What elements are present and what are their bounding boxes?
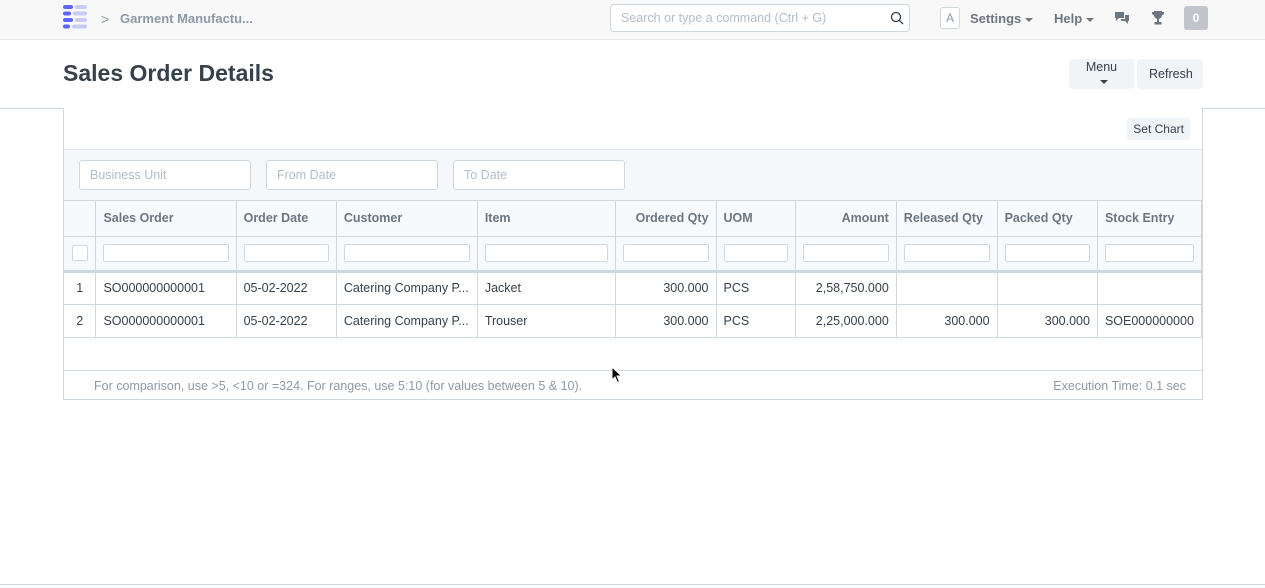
- ordered-qty-cell[interactable]: 300.000: [615, 304, 717, 338]
- refresh-button[interactable]: Refresh: [1137, 59, 1203, 89]
- column-header[interactable]: Customer: [336, 201, 478, 237]
- column-header[interactable]: Amount: [795, 201, 897, 237]
- select-all-checkbox[interactable]: [71, 245, 88, 261]
- column-filter-cell: [997, 236, 1098, 273]
- row-index-header: [64, 201, 97, 237]
- help-dropdown[interactable]: Help: [1054, 11, 1095, 26]
- business-unit-filter[interactable]: [79, 160, 251, 190]
- help-label: Help: [1054, 11, 1083, 26]
- ordered-qty-cell[interactable]: 300.000: [615, 271, 717, 305]
- chart-area: Set Chart: [64, 108, 1202, 150]
- amount-cell[interactable]: 2,25,000.000: [795, 304, 897, 338]
- column-filter-input[interactable]: [723, 244, 789, 262]
- report-table: Sales Order Order Date Customer Item Ord…: [64, 201, 1202, 338]
- released-qty-cell[interactable]: [896, 271, 998, 305]
- table-row[interactable]: 2 SO000000000001 05-02-2022 Catering Com…: [64, 304, 1202, 338]
- column-filter-input[interactable]: [243, 244, 329, 262]
- column-header[interactable]: Stock Entry: [1097, 201, 1202, 237]
- column-header[interactable]: Sales Order: [95, 201, 237, 237]
- order-date-cell[interactable]: 05-02-2022: [236, 271, 337, 305]
- column-filter-cell: [795, 236, 897, 273]
- chat-icon[interactable]: [1114, 10, 1130, 26]
- settings-dropdown[interactable]: Settings: [970, 11, 1034, 26]
- column-header[interactable]: Released Qty: [896, 201, 998, 237]
- customer-cell[interactable]: Catering Company P...: [336, 304, 478, 338]
- column-filter-cell: [95, 236, 237, 273]
- order-date-cell[interactable]: 05-02-2022: [236, 304, 337, 338]
- column-filter-input[interactable]: [622, 244, 709, 262]
- column-header[interactable]: Item: [477, 201, 616, 237]
- breadcrumb-module[interactable]: Garment Manufactu...: [120, 11, 253, 26]
- chevron-down-icon: [1086, 17, 1095, 22]
- search-icon: [890, 11, 904, 25]
- awesomebar: [610, 4, 910, 32]
- customer-cell[interactable]: Catering Company P...: [336, 271, 478, 305]
- uom-cell[interactable]: PCS: [716, 271, 797, 305]
- report-view: Set Chart Sales Order Order Date Custome…: [63, 108, 1203, 400]
- amount-cell[interactable]: 2,58,750.000: [795, 271, 897, 305]
- column-filter-cell: [1097, 236, 1202, 273]
- page-title: Sales Order Details: [63, 60, 274, 86]
- page-head: Sales Order Details Menu Refresh: [0, 40, 1265, 109]
- column-filter-cell: [236, 236, 337, 273]
- column-header[interactable]: UOM: [716, 201, 797, 237]
- menu-button-label: Menu: [1085, 60, 1118, 74]
- notification-badge[interactable]: 0: [1184, 6, 1208, 30]
- chevron-down-icon: [1025, 17, 1034, 22]
- to-date-filter[interactable]: [453, 160, 625, 190]
- column-header[interactable]: Order Date: [236, 201, 337, 237]
- column-filter-input[interactable]: [484, 244, 608, 262]
- sales-order-cell[interactable]: SO000000000001: [95, 271, 237, 305]
- chevron-down-icon: [1099, 79, 1108, 84]
- column-filter-cell: [896, 236, 998, 273]
- item-cell[interactable]: Jacket: [477, 271, 616, 305]
- set-chart-button[interactable]: Set Chart: [1127, 118, 1190, 140]
- breadcrumb-separator-icon: >: [101, 11, 110, 27]
- select-all-cell: [64, 236, 97, 273]
- column-filter-input[interactable]: [1004, 244, 1090, 262]
- column-filter-input[interactable]: [803, 244, 889, 262]
- user-avatar[interactable]: A: [940, 7, 960, 29]
- filter-hint: For comparison, use >5, <10 or =324. For…: [94, 379, 583, 393]
- column-filter-cell: [477, 236, 616, 273]
- trophy-icon[interactable]: [1150, 10, 1166, 26]
- released-qty-cell[interactable]: 300.000: [896, 304, 998, 338]
- column-filter-input[interactable]: [903, 244, 990, 262]
- bottom-divider: [0, 584, 1265, 585]
- column-header[interactable]: Packed Qty: [997, 201, 1098, 237]
- settings-label: Settings: [970, 11, 1022, 26]
- packed-qty-cell[interactable]: 300.000: [997, 304, 1098, 338]
- row-number: 1: [64, 271, 97, 305]
- item-cell[interactable]: Trouser: [477, 304, 616, 338]
- table-row[interactable]: 1 SO000000000001 05-02-2022 Catering Com…: [64, 271, 1202, 305]
- filter-area: [64, 150, 1202, 201]
- column-filter-input[interactable]: [103, 244, 229, 262]
- column-filter-cell: [716, 236, 797, 273]
- stock-entry-cell[interactable]: SOE000000000: [1097, 304, 1202, 338]
- column-header[interactable]: Ordered Qty: [615, 201, 717, 237]
- app-logo-icon[interactable]: [63, 5, 87, 29]
- column-filter-input[interactable]: [343, 244, 470, 262]
- navbar: > Garment Manufactu... A Settings Help 0: [0, 0, 1265, 40]
- column-filter-cell: [615, 236, 717, 273]
- report-footer: For comparison, use >5, <10 or =324. For…: [64, 370, 1202, 399]
- row-number: 2: [64, 304, 97, 338]
- packed-qty-cell[interactable]: [997, 271, 1098, 305]
- execution-time: Execution Time: 0.1 sec: [1053, 379, 1186, 393]
- search-input[interactable]: [611, 5, 871, 31]
- uom-cell[interactable]: PCS: [716, 304, 797, 338]
- column-filter-cell: [336, 236, 478, 273]
- from-date-filter[interactable]: [266, 160, 438, 190]
- sales-order-cell[interactable]: SO000000000001: [95, 304, 237, 338]
- stock-entry-cell[interactable]: [1097, 271, 1202, 305]
- column-filter-input[interactable]: [1104, 244, 1194, 262]
- mouse-cursor-icon: [611, 366, 623, 384]
- menu-button[interactable]: Menu: [1069, 59, 1134, 89]
